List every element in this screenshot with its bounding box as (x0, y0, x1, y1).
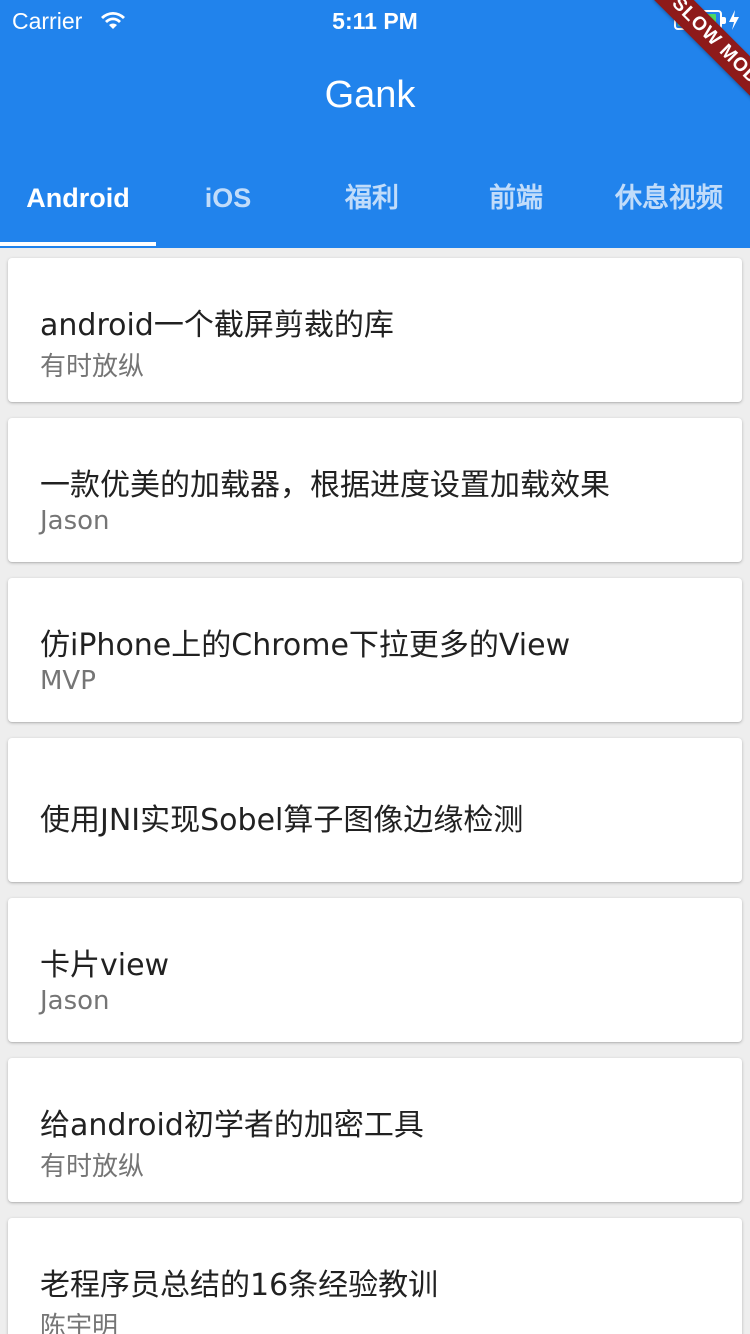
tab-rest-video[interactable]: 休息视频 (588, 160, 750, 248)
battery-icon (674, 10, 726, 30)
tab-indicator (0, 242, 156, 246)
item-author: Jason (40, 986, 110, 1016)
article-list[interactable]: android一个截屏剪裁的库 有时放纵 一款优美的加载器，根据进度设置加载效果… (0, 248, 750, 1334)
tab-welfare[interactable]: 福利 (300, 160, 444, 248)
status-time: 5:11 PM (332, 8, 418, 34)
item-title: 仿iPhone上的Chrome下拉更多的View (40, 628, 571, 663)
list-item[interactable]: 一款优美的加载器，根据进度设置加载效果 Jason (8, 418, 742, 562)
list-item[interactable]: 仿iPhone上的Chrome下拉更多的View MVP (8, 578, 742, 722)
app-title: Gank (324, 74, 416, 116)
list-item[interactable]: android一个截屏剪裁的库 有时放纵 (8, 258, 742, 402)
item-author: 有时放纵 (40, 1152, 145, 1182)
item-author: MVP (40, 666, 96, 696)
list-item[interactable]: 老程序员总结的16条经验教训 陈宇明 (8, 1218, 742, 1334)
item-title: 一款优美的加载器，根据进度设置加载效果 (40, 468, 610, 503)
item-title: 使用JNI实现Sobel算子图像边缘检测 (40, 803, 524, 838)
item-title: 卡片view (40, 948, 170, 983)
app-bar: Carrier 5:11 PM Gank Android iOS 福利 前端 休… (0, 0, 750, 248)
item-title: android一个截屏剪裁的库 (40, 308, 394, 343)
item-author: 有时放纵 (40, 352, 145, 382)
item-title: 给android初学者的加密工具 (40, 1108, 424, 1143)
item-author: 陈宇明 (40, 1312, 119, 1334)
list-item[interactable]: 给android初学者的加密工具 有时放纵 (8, 1058, 742, 1202)
tab-ios[interactable]: iOS (156, 160, 300, 248)
item-title: 老程序员总结的16条经验教训 (40, 1268, 439, 1303)
list-item[interactable]: 卡片view Jason (8, 898, 742, 1042)
list-item[interactable]: 使用JNI实现Sobel算子图像边缘检测 (8, 738, 742, 882)
tab-frontend[interactable]: 前端 (444, 160, 588, 248)
item-author: Jason (40, 506, 110, 536)
tab-android[interactable]: Android (0, 160, 156, 248)
tab-bar: Android iOS 福利 前端 休息视频 (0, 160, 750, 248)
status-bar: Carrier 5:11 PM (0, 0, 750, 40)
charging-icon (729, 10, 739, 30)
